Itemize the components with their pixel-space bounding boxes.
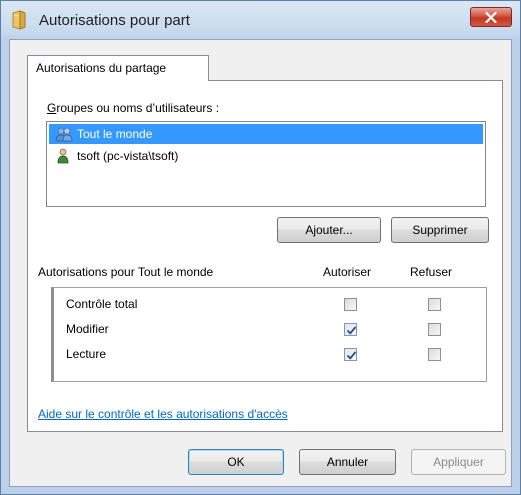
title-bar[interactable]: Autorisations pour part bbox=[1, 1, 520, 39]
list-item[interactable]: tsoft (pc-vista\tsoft) bbox=[49, 146, 483, 166]
add-button[interactable]: Ajouter... bbox=[277, 217, 381, 243]
ok-button-label: OK bbox=[227, 455, 245, 469]
checkmark-icon bbox=[346, 351, 357, 360]
allow-checkbox-lecture[interactable] bbox=[344, 348, 357, 361]
deny-checkbox-modifier[interactable] bbox=[428, 323, 441, 336]
window-title: Autorisations pour part bbox=[39, 12, 190, 29]
user-name: Tout le monde bbox=[77, 127, 153, 141]
users-listbox[interactable]: Tout le monde tsoft (pc-vista\tsoft) bbox=[46, 121, 486, 207]
users-label-rest: roupes ou noms d’utilisateurs : bbox=[56, 101, 220, 115]
deny-column-header: Refuser bbox=[410, 265, 453, 279]
tab-label: Autorisations du partage bbox=[36, 61, 167, 75]
close-icon bbox=[485, 11, 497, 23]
apply-button-label: Appliquer bbox=[433, 455, 484, 469]
allow-checkbox-modifier[interactable] bbox=[344, 323, 357, 336]
user-icon bbox=[57, 148, 69, 164]
dialog-window: Autorisations pour part Autorisations du… bbox=[0, 0, 521, 495]
add-button-label: Ajouter... bbox=[305, 223, 353, 237]
deny-checkbox-lecture[interactable] bbox=[428, 348, 441, 361]
permissions-header-label: Autorisations pour Tout le monde bbox=[38, 265, 214, 279]
list-item[interactable]: Tout le monde bbox=[49, 124, 483, 144]
users-label-accel: G bbox=[47, 101, 57, 115]
ok-button[interactable]: OK bbox=[188, 449, 284, 475]
deny-checkbox-controle-total[interactable] bbox=[428, 298, 441, 311]
cancel-button[interactable]: Annuler bbox=[299, 449, 396, 475]
allow-checkbox-controle-total[interactable] bbox=[344, 298, 357, 311]
close-button[interactable] bbox=[470, 7, 512, 27]
user-name: tsoft (pc-vista\tsoft) bbox=[77, 149, 179, 163]
permission-name: Lecture bbox=[66, 347, 107, 361]
cancel-button-label: Annuler bbox=[326, 455, 369, 469]
apply-button: Appliquer bbox=[411, 449, 506, 475]
users-section-label: Groupes ou noms d’utilisateurs : bbox=[47, 101, 219, 115]
permission-name: Modifier bbox=[66, 322, 109, 336]
tab-autorisations-partage[interactable]: Autorisations du partage bbox=[27, 55, 209, 81]
remove-button-label: Supprimer bbox=[412, 223, 468, 237]
permission-name: Contrôle total bbox=[66, 297, 138, 311]
folder-icon bbox=[12, 10, 26, 30]
remove-button[interactable]: Supprimer bbox=[391, 217, 489, 243]
group-icon bbox=[55, 127, 73, 142]
allow-column-header: Autoriser bbox=[323, 265, 372, 279]
checkmark-icon bbox=[346, 326, 357, 335]
help-link[interactable]: Aide sur le contrôle et les autorisation… bbox=[38, 407, 288, 421]
